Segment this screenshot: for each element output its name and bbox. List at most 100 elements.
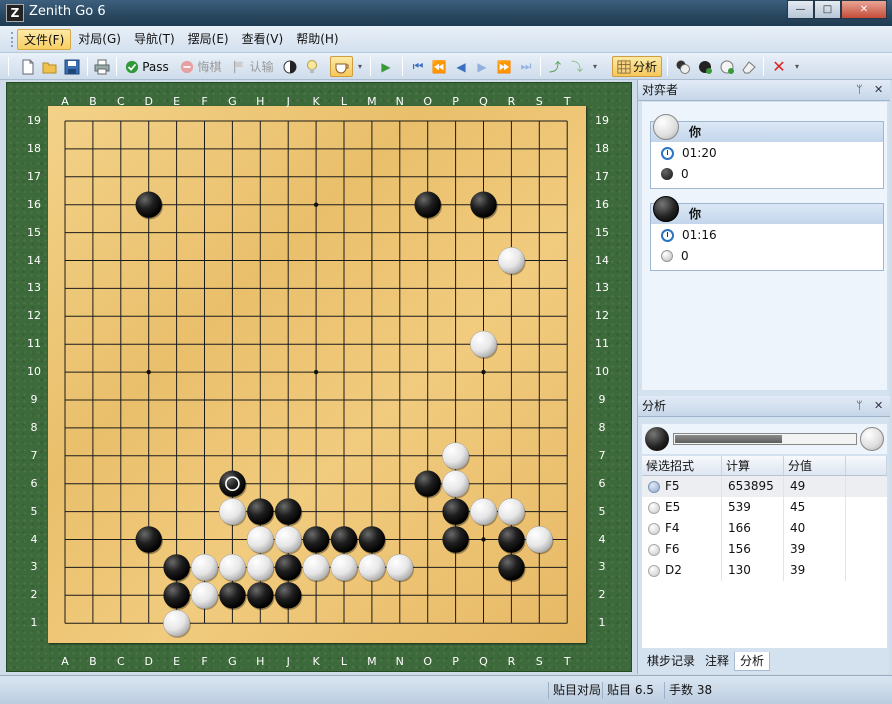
toolbar-overflow-icon[interactable]: ▾ [355, 56, 365, 77]
next-icon[interactable]: ▶ [472, 56, 492, 77]
candidate-stone-icon [648, 480, 660, 493]
row-label-right: 13 [595, 281, 609, 295]
play-icon[interactable]: ▶ [376, 56, 396, 77]
menu-item[interactable]: 对局(G) [72, 29, 127, 50]
fast-forward-icon[interactable]: ⏩ [494, 56, 514, 77]
pin-icon[interactable]: ᛘ [856, 80, 863, 100]
row-label-left: 12 [27, 309, 41, 323]
row-label-right: 6 [598, 476, 606, 490]
rewind-icon[interactable]: ⏪ [429, 56, 449, 77]
column-header[interactable]: 分值 [784, 456, 846, 475]
table-row[interactable]: D2 130 39 [642, 560, 887, 581]
column-label-top: A [61, 95, 69, 108]
pin-icon[interactable]: ᛘ [856, 396, 863, 416]
close-button[interactable]: ✕ [841, 0, 887, 19]
row-label-left: 19 [27, 114, 41, 127]
score-button[interactable] [280, 56, 300, 77]
panel-tab[interactable]: 棋步记录 [642, 652, 700, 671]
move-label: F4 [665, 521, 680, 535]
row-label-right: 15 [595, 225, 609, 239]
pass-button[interactable]: Pass [122, 56, 172, 77]
column-header[interactable]: 计算 [722, 456, 784, 475]
move-label: F5 [665, 479, 680, 493]
new-file-button[interactable] [18, 56, 38, 77]
menu-grip[interactable] [11, 32, 14, 47]
previous-icon[interactable]: ◀ [451, 56, 471, 77]
white-player-captures: 0 [681, 167, 689, 181]
close-icon[interactable]: ✕ [874, 80, 883, 100]
eraser-button[interactable] [739, 56, 759, 77]
column-label-top: H [256, 95, 265, 108]
delete-icon[interactable]: ✕ [769, 56, 789, 77]
menu-item[interactable]: 查看(V) [236, 29, 290, 50]
row-label-left: 9 [30, 393, 38, 406]
table-header: 候选招式 计算 分值 [642, 456, 887, 476]
resign-label: 认输 [249, 60, 274, 74]
white-stone-button[interactable] [717, 56, 737, 77]
black-player-name: 你 [651, 204, 883, 224]
table-row[interactable]: E5 539 45 [642, 497, 887, 518]
maximize-button[interactable]: □ [814, 0, 841, 19]
column-label-bottom: S [535, 655, 543, 668]
menu-item[interactable]: 帮助(H) [290, 29, 344, 50]
black-stone-button[interactable] [695, 56, 715, 77]
score-cell: 49 [784, 476, 846, 497]
black-player-avatar [653, 196, 679, 222]
table-row[interactable]: F5 653895 49 [642, 476, 887, 497]
go-board[interactable] [48, 106, 586, 643]
candidate-stone-icon [648, 522, 660, 535]
print-button[interactable] [92, 56, 112, 77]
panel-tab[interactable]: 注释 [700, 652, 734, 671]
white-player-avatar [653, 114, 679, 140]
move-cell: E5 [642, 497, 722, 518]
undo-button[interactable]: 悔棋 [177, 56, 225, 77]
branch-up-icon[interactable]: ⤴ [545, 56, 565, 77]
open-file-button[interactable] [40, 56, 60, 77]
white-player-name: 你 [651, 122, 883, 142]
column-label-bottom: M [367, 655, 377, 668]
table-row[interactable]: F4 166 40 [642, 518, 887, 539]
minimize-button[interactable]: — [787, 0, 814, 19]
komi-status: 贴目 6.5 [602, 682, 658, 699]
hint-button[interactable] [302, 56, 322, 77]
table-row[interactable]: F6 156 39 [642, 539, 887, 560]
nav-overflow-icon[interactable]: ▾ [590, 56, 600, 77]
row-label-right: 3 [598, 560, 606, 574]
stones-button[interactable] [673, 56, 693, 77]
analysis-button[interactable]: 分析 [612, 56, 662, 77]
column-label-top: O [423, 95, 433, 108]
edit-overflow-icon[interactable]: ▾ [792, 56, 802, 77]
white-player-time-row: 01:20 [661, 144, 717, 162]
eraser-icon [742, 60, 756, 73]
column-label-top: T [563, 95, 571, 108]
title-bar[interactable]: Z Zenith Go 6 — □ ✕ [0, 0, 892, 26]
black-player-time: 01:16 [682, 228, 717, 242]
branch-down-icon[interactable]: ⤵ [567, 56, 587, 77]
analysis-label: 分析 [632, 60, 657, 74]
panel-tab[interactable]: 分析 [734, 652, 771, 671]
column-label-top: Q [479, 95, 488, 108]
close-icon[interactable]: ✕ [874, 396, 883, 416]
column-label-top: M [367, 95, 377, 108]
toolbar-grip[interactable] [8, 57, 9, 76]
column-header[interactable]: 候选招式 [642, 456, 722, 475]
column-header-spacer [846, 456, 887, 475]
row-label-left: 2 [30, 588, 38, 602]
tea-button[interactable] [330, 56, 353, 77]
score-cell: 39 [784, 560, 846, 581]
row-label-right: 10 [595, 365, 609, 379]
last-move-icon[interactable]: ⏭ [516, 56, 536, 77]
menu-item[interactable]: 导航(T) [128, 29, 181, 50]
flag-icon [234, 60, 244, 73]
save-button[interactable] [62, 56, 82, 77]
black-player-captures: 0 [681, 249, 689, 263]
move-count-status: 手数 38 [664, 682, 716, 699]
row-label-left: 18 [27, 141, 41, 155]
first-move-icon[interactable]: ⏮ [408, 56, 428, 77]
resign-button[interactable]: 认输 [229, 56, 277, 77]
menu-item[interactable]: 摆局(E) [182, 29, 235, 50]
row-label-right: 8 [598, 420, 606, 434]
clock-icon [661, 146, 674, 160]
menu-item[interactable]: 文件(F) [17, 29, 72, 50]
column-label-bottom: K [312, 655, 320, 668]
